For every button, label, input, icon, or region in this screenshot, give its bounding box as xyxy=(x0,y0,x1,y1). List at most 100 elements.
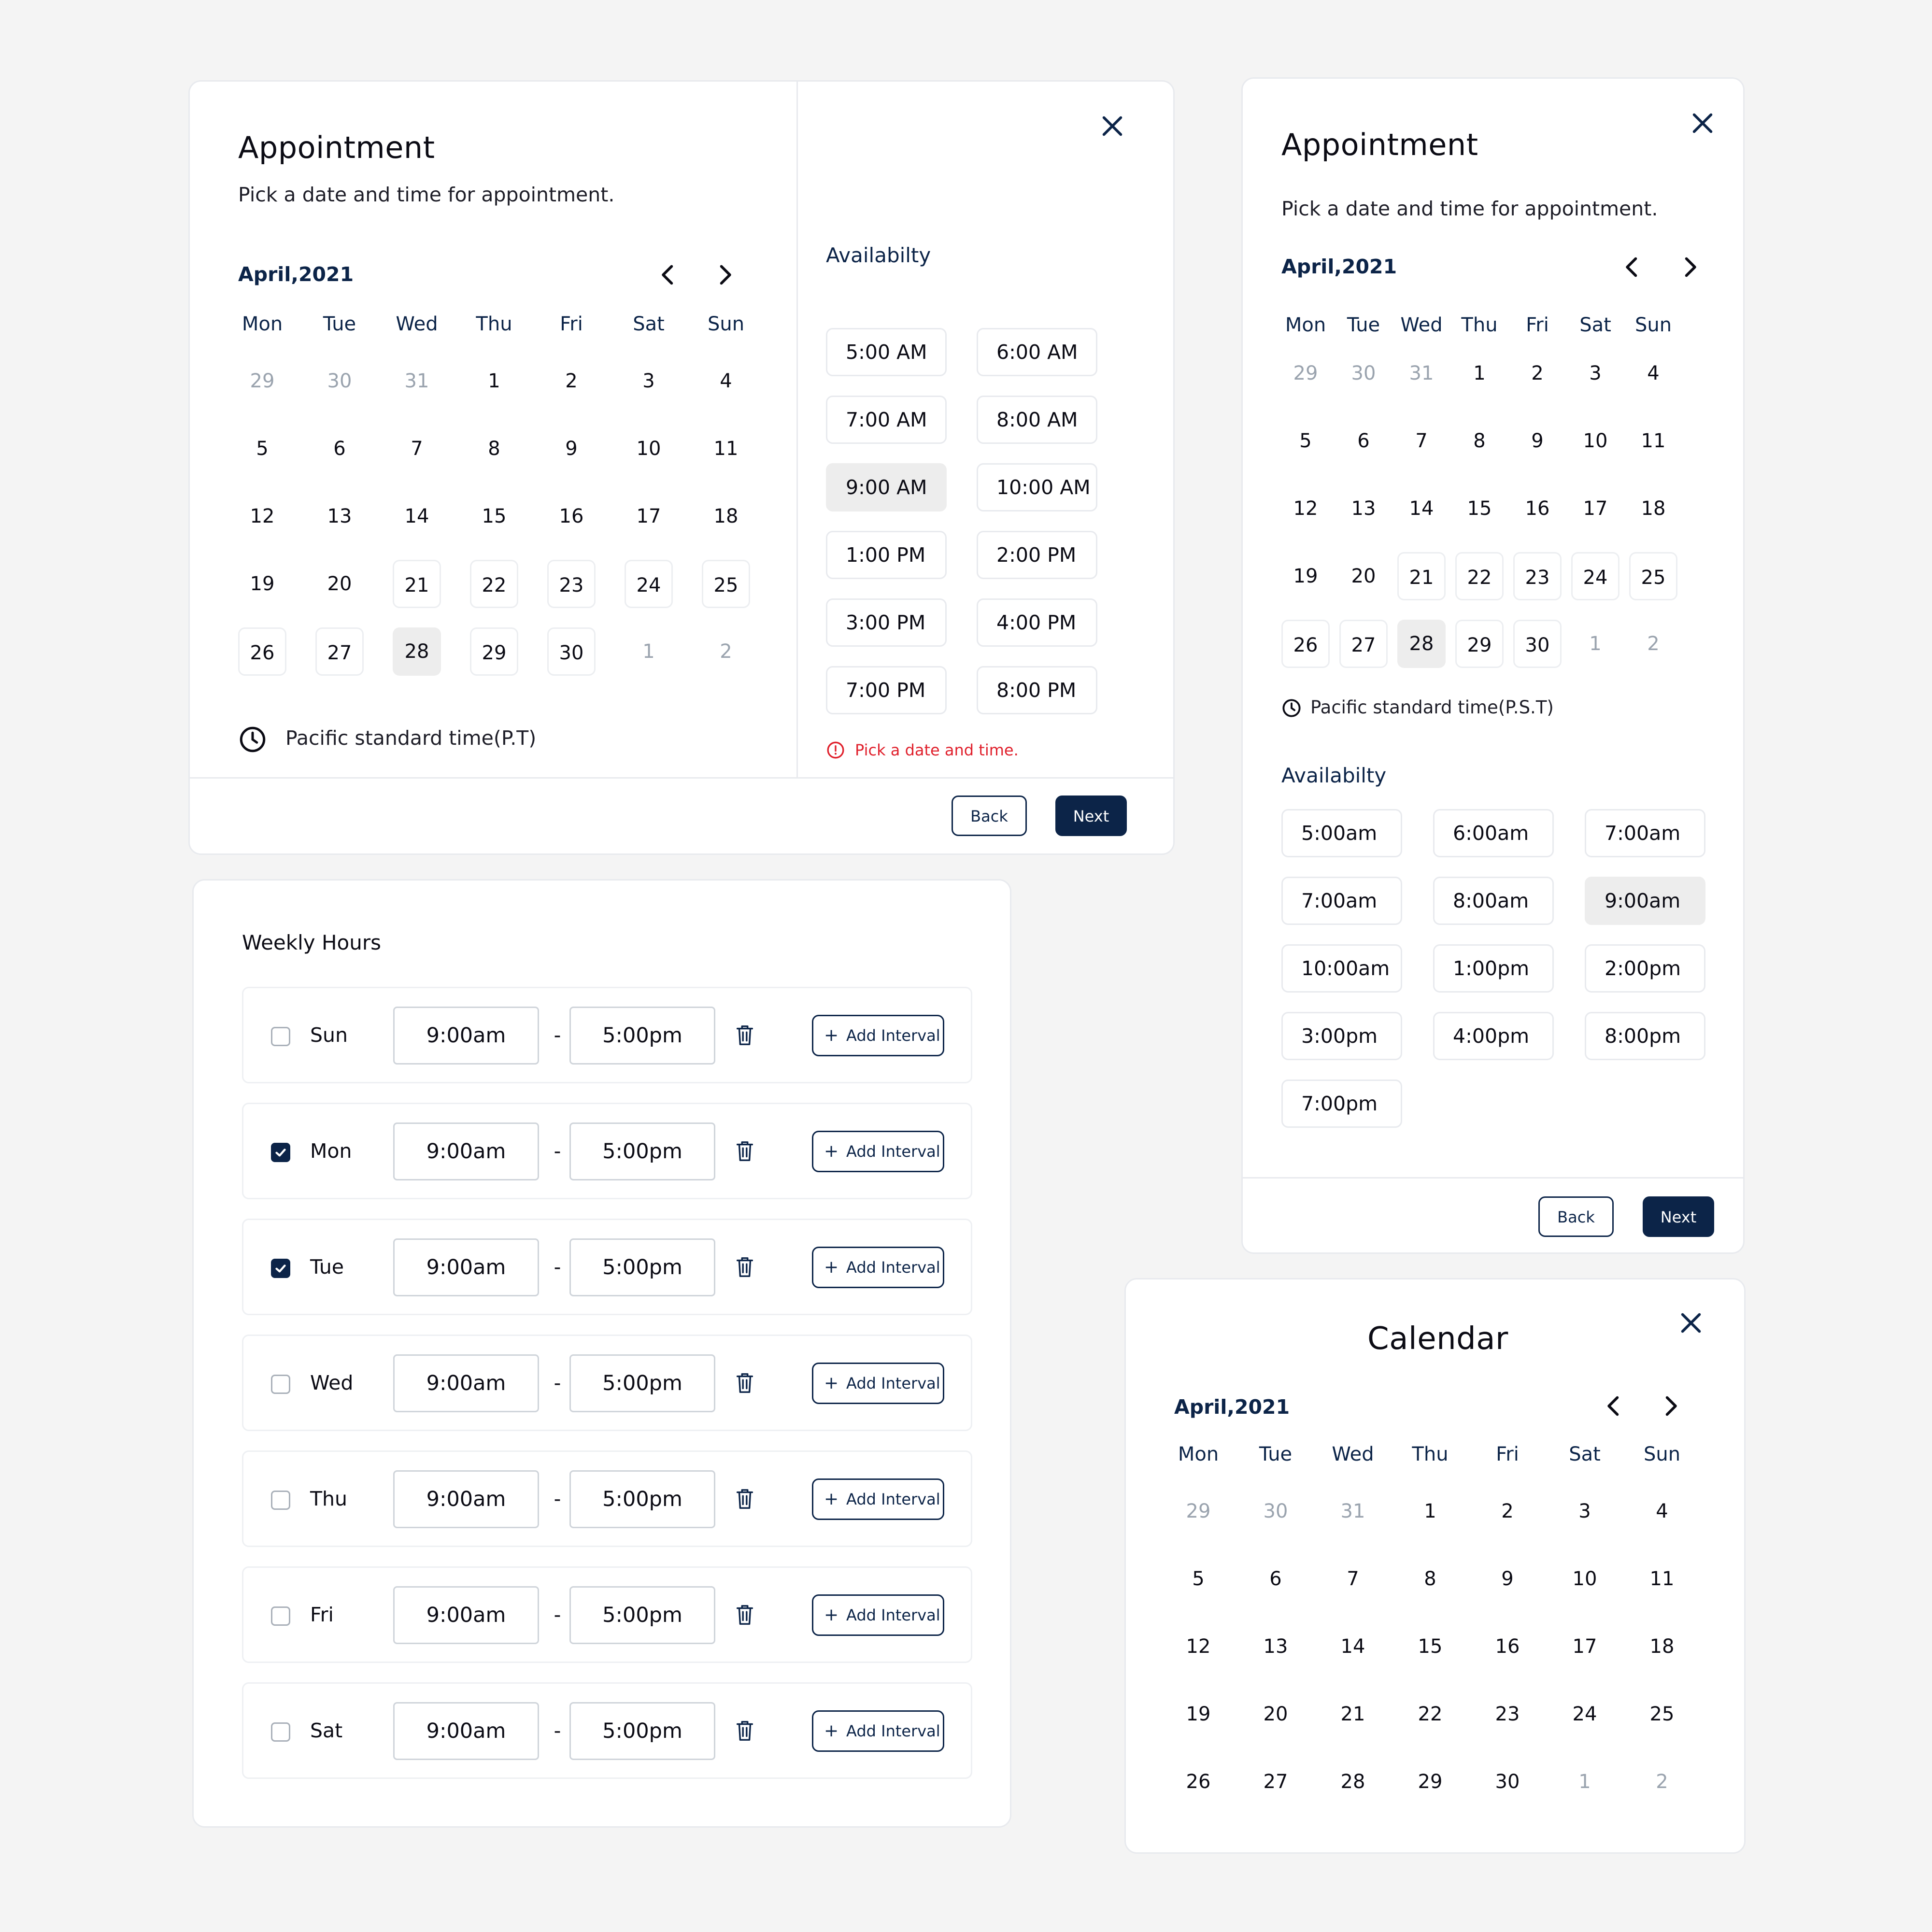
time-slot-button[interactable]: 5:00am xyxy=(1281,809,1402,857)
calendar-day[interactable]: 17 xyxy=(1561,1622,1609,1671)
time-slot-button[interactable]: 10:00 AM xyxy=(977,463,1097,511)
trash-icon[interactable] xyxy=(735,1719,754,1742)
calendar-day[interactable]: 11 xyxy=(702,425,750,473)
calendar-day[interactable]: 16 xyxy=(1513,484,1562,533)
calendar-day[interactable]: 8 xyxy=(470,425,518,473)
calendar-day[interactable]: 7 xyxy=(393,425,441,473)
calendar-day[interactable]: 4 xyxy=(702,357,750,405)
calendar-day[interactable]: 28 xyxy=(1397,620,1446,668)
calendar-day[interactable]: 2 xyxy=(1638,1758,1686,1806)
calendar-day[interactable]: 30 xyxy=(1513,620,1562,668)
trash-icon[interactable] xyxy=(735,1140,754,1162)
calendar-day[interactable]: 19 xyxy=(1281,552,1330,600)
calendar-day[interactable]: 23 xyxy=(1513,552,1562,600)
calendar-day[interactable]: 29 xyxy=(1455,620,1504,668)
calendar-day[interactable]: 15 xyxy=(1455,484,1504,533)
end-time-input[interactable]: 5:00pm xyxy=(569,1470,715,1528)
calendar-day[interactable]: 20 xyxy=(1251,1690,1300,1738)
calendar-day[interactable]: 30 xyxy=(1251,1487,1300,1535)
day-checkbox[interactable] xyxy=(271,1491,290,1510)
time-slot-button[interactable]: 8:00am xyxy=(1433,877,1554,925)
calendar-day[interactable]: 3 xyxy=(1561,1487,1609,1535)
start-time-input[interactable]: 9:00am xyxy=(393,1702,539,1760)
calendar-day[interactable]: 2 xyxy=(1513,349,1562,398)
calendar-day[interactable]: 16 xyxy=(1483,1622,1532,1671)
calendar-day[interactable]: 31 xyxy=(393,357,441,405)
start-time-input[interactable]: 9:00am xyxy=(393,1007,539,1065)
add-interval-button[interactable]: + Add Interval xyxy=(812,1478,944,1520)
calendar-day[interactable]: 29 xyxy=(1406,1758,1454,1806)
calendar-day[interactable]: 21 xyxy=(393,560,441,608)
calendar-day[interactable]: 6 xyxy=(1251,1555,1300,1603)
calendar-day[interactable]: 24 xyxy=(1561,1690,1609,1738)
end-time-input[interactable]: 5:00pm xyxy=(569,1238,715,1296)
time-slot-button[interactable]: 10:00am xyxy=(1281,944,1402,993)
start-time-input[interactable]: 9:00am xyxy=(393,1354,539,1412)
calendar-day[interactable]: 27 xyxy=(315,627,364,676)
end-time-input[interactable]: 5:00pm xyxy=(569,1354,715,1412)
calendar-day[interactable]: 24 xyxy=(625,560,673,608)
calendar-day[interactable]: 28 xyxy=(393,627,441,676)
calendar-day[interactable]: 16 xyxy=(547,492,596,540)
start-time-input[interactable]: 9:00am xyxy=(393,1586,539,1644)
time-slot-button[interactable]: 6:00am xyxy=(1433,809,1554,857)
calendar-day[interactable]: 29 xyxy=(238,357,286,405)
calendar-day[interactable]: 19 xyxy=(238,560,286,608)
calendar-day[interactable]: 18 xyxy=(1638,1622,1686,1671)
calendar-day[interactable]: 9 xyxy=(1483,1555,1532,1603)
time-slot-button[interactable]: 2:00pm xyxy=(1585,944,1705,993)
close-icon[interactable] xyxy=(1098,112,1127,141)
calendar-day[interactable]: 5 xyxy=(1174,1555,1222,1603)
calendar-day[interactable]: 27 xyxy=(1339,620,1388,668)
calendar-day[interactable]: 17 xyxy=(625,492,673,540)
calendar-day[interactable]: 2 xyxy=(1629,620,1677,668)
calendar-day[interactable]: 29 xyxy=(1281,349,1330,398)
start-time-input[interactable]: 9:00am xyxy=(393,1470,539,1528)
calendar-day[interactable]: 7 xyxy=(1397,417,1446,465)
time-slot-button[interactable]: 3:00 PM xyxy=(826,598,947,647)
calendar-day[interactable]: 11 xyxy=(1638,1555,1686,1603)
calendar-day[interactable]: 10 xyxy=(1561,1555,1609,1603)
calendar-day[interactable]: 13 xyxy=(1251,1622,1300,1671)
back-button[interactable]: Back xyxy=(952,796,1027,836)
calendar-day[interactable]: 15 xyxy=(1406,1622,1454,1671)
calendar-day[interactable]: 8 xyxy=(1455,417,1504,465)
calendar-day[interactable]: 18 xyxy=(702,492,750,540)
add-interval-button[interactable]: + Add Interval xyxy=(812,1710,944,1752)
calendar-day[interactable]: 25 xyxy=(1629,552,1677,600)
calendar-day[interactable]: 2 xyxy=(547,357,596,405)
day-checkbox[interactable] xyxy=(271,1143,290,1162)
calendar-day[interactable]: 26 xyxy=(1174,1758,1222,1806)
calendar-day[interactable]: 12 xyxy=(238,492,286,540)
time-slot-button[interactable]: 3:00pm xyxy=(1281,1012,1402,1060)
calendar-day[interactable]: 2 xyxy=(702,627,750,676)
time-slot-button[interactable]: 8:00 PM xyxy=(977,666,1097,714)
calendar-day[interactable]: 20 xyxy=(315,560,364,608)
next-button[interactable]: Next xyxy=(1643,1196,1714,1237)
calendar-day[interactable]: 14 xyxy=(1329,1622,1377,1671)
day-checkbox[interactable] xyxy=(271,1606,290,1626)
trash-icon[interactable] xyxy=(735,1256,754,1278)
start-time-input[interactable]: 9:00am xyxy=(393,1238,539,1296)
calendar-day[interactable]: 10 xyxy=(1571,417,1619,465)
trash-icon[interactable] xyxy=(735,1372,754,1394)
calendar-day[interactable]: 1 xyxy=(625,627,673,676)
add-interval-button[interactable]: + Add Interval xyxy=(812,1015,944,1056)
calendar-day[interactable]: 18 xyxy=(1629,484,1677,533)
add-interval-button[interactable]: + Add Interval xyxy=(812,1363,944,1404)
calendar-day[interactable]: 10 xyxy=(625,425,673,473)
calendar-day[interactable]: 23 xyxy=(547,560,596,608)
time-slot-button[interactable]: 4:00pm xyxy=(1433,1012,1554,1060)
back-button[interactable]: Back xyxy=(1538,1196,1614,1237)
calendar-day[interactable]: 9 xyxy=(1513,417,1562,465)
calendar-day[interactable]: 15 xyxy=(470,492,518,540)
end-time-input[interactable]: 5:00pm xyxy=(569,1122,715,1180)
calendar-day[interactable]: 9 xyxy=(547,425,596,473)
add-interval-button[interactable]: + Add Interval xyxy=(812,1594,944,1636)
calendar-day[interactable]: 21 xyxy=(1397,552,1446,600)
next-button[interactable]: Next xyxy=(1055,796,1127,836)
calendar-day[interactable]: 5 xyxy=(238,425,286,473)
calendar-day[interactable]: 1 xyxy=(1561,1758,1609,1806)
calendar-day[interactable]: 25 xyxy=(1638,1690,1686,1738)
calendar-day[interactable]: 22 xyxy=(1406,1690,1454,1738)
